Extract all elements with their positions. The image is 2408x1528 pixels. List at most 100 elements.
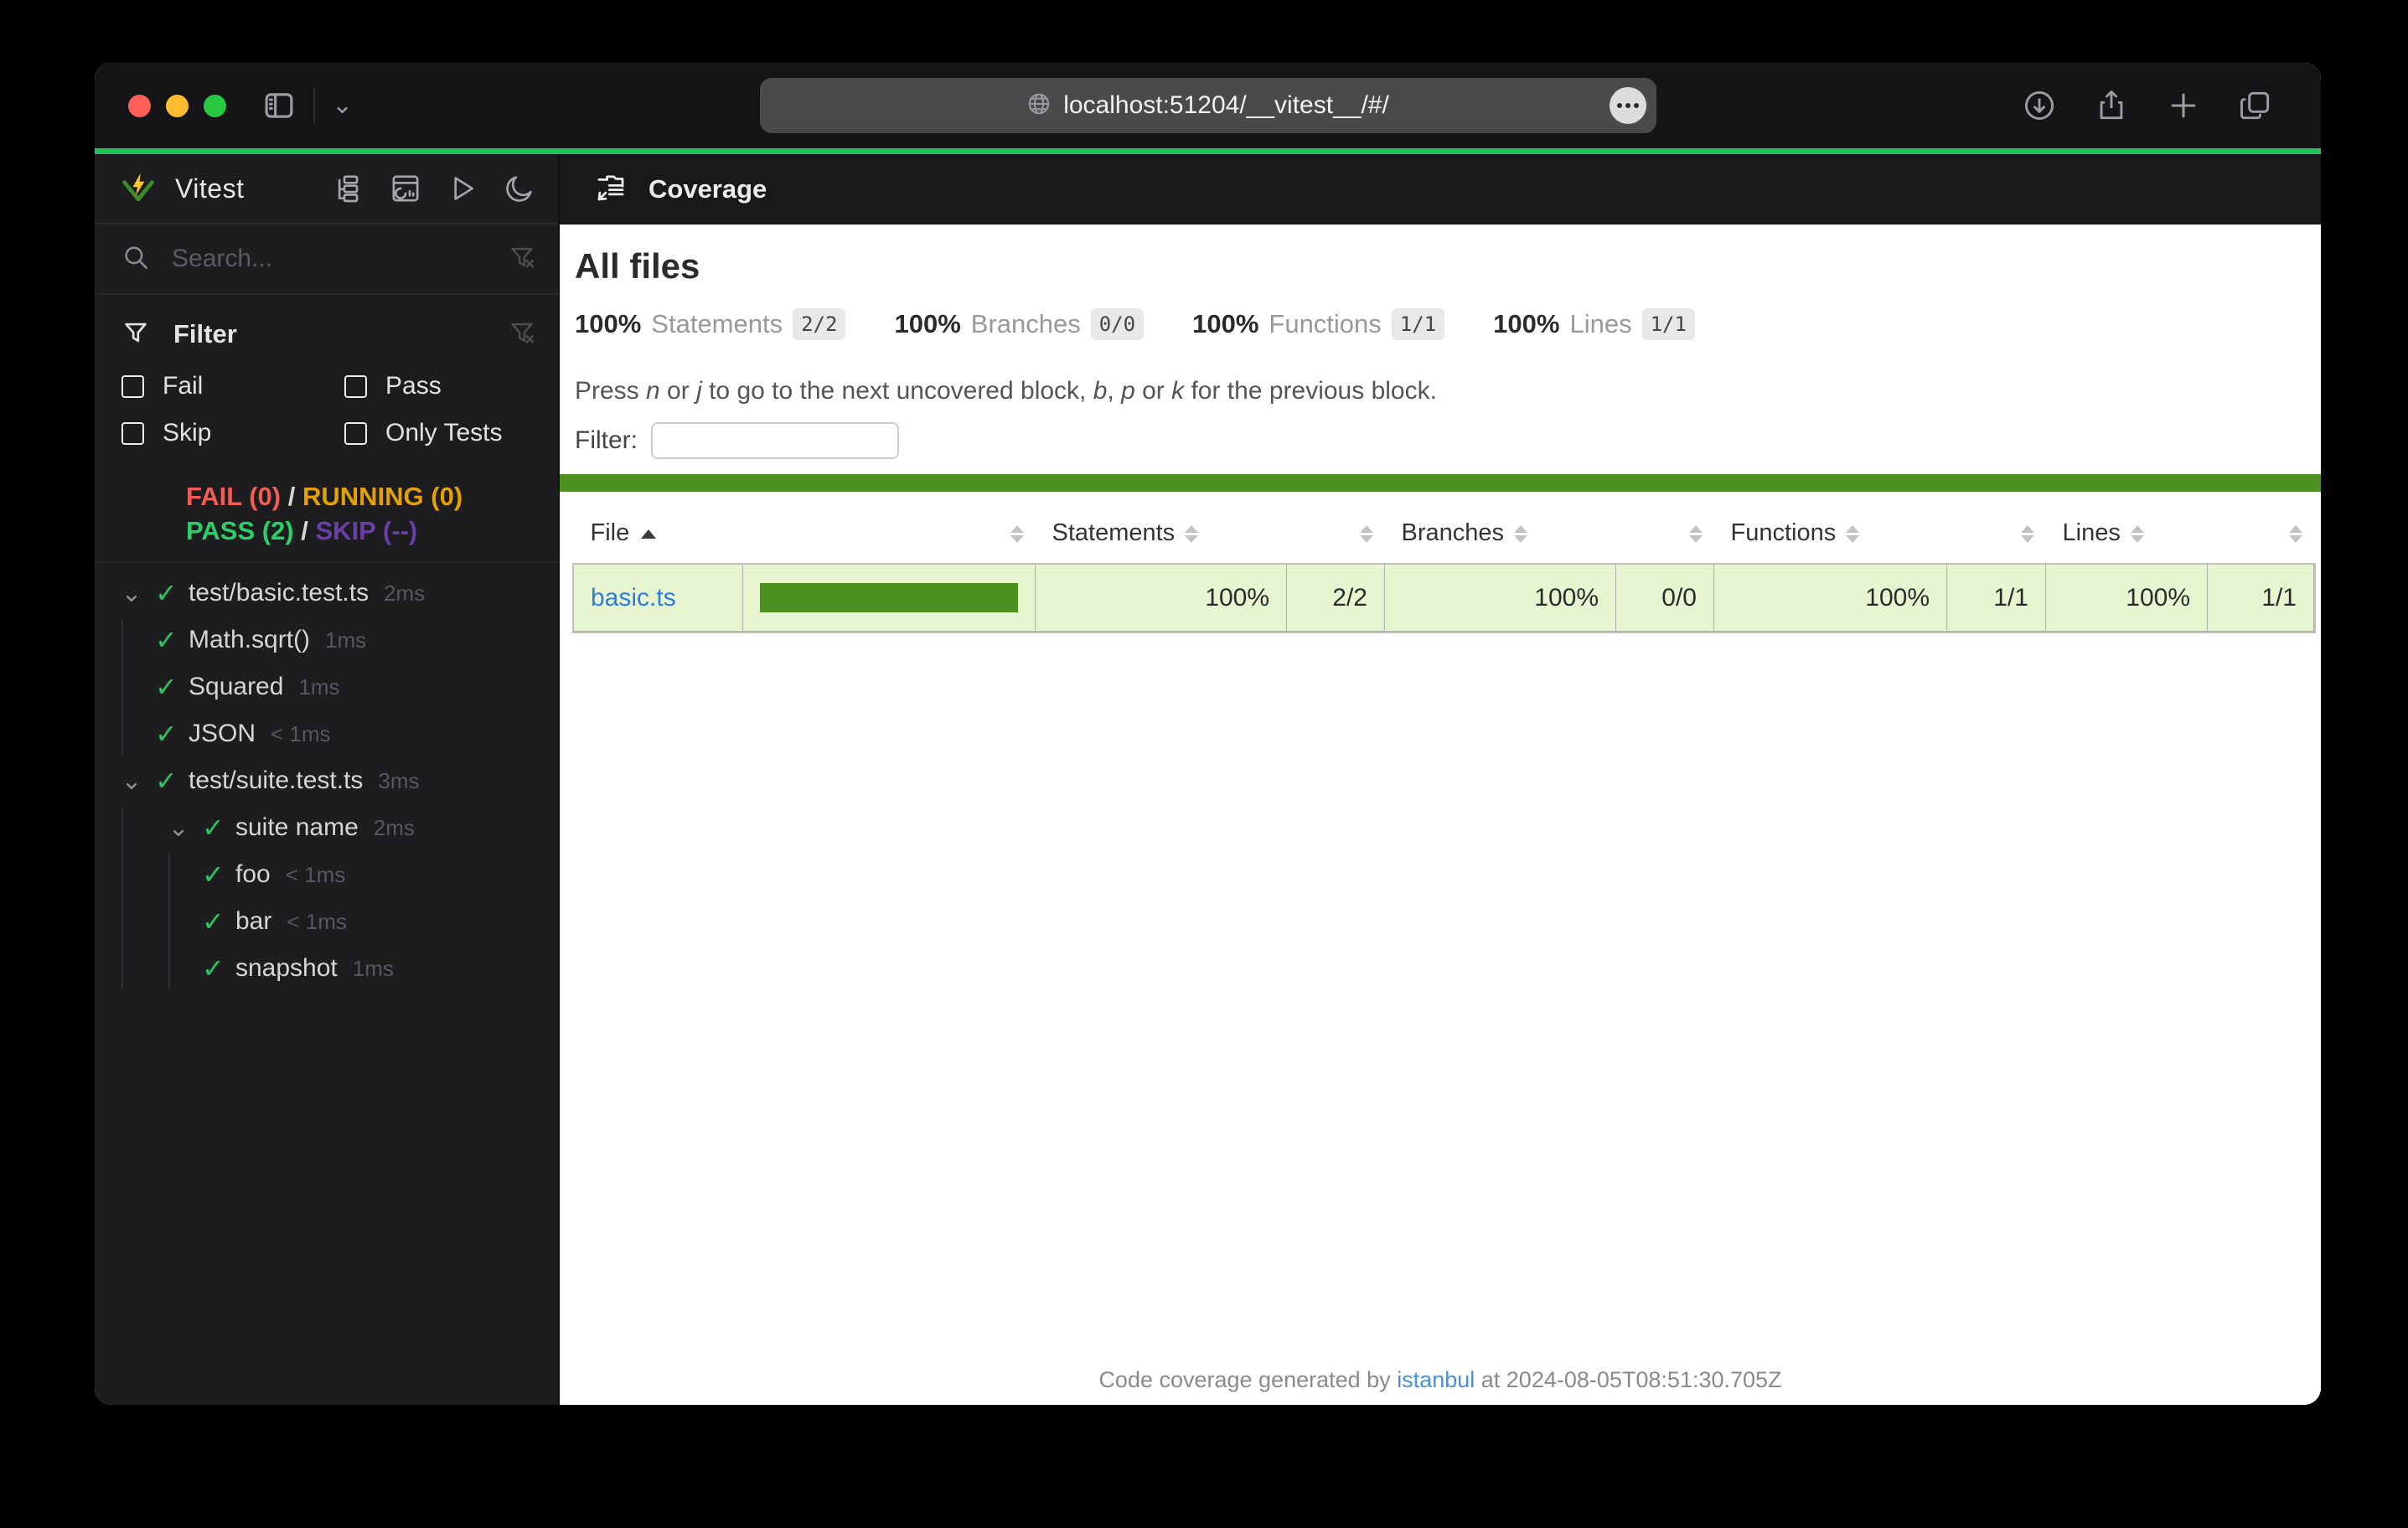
- dashboard-icon[interactable]: [389, 172, 422, 205]
- coverage-footer: Code coverage generated by istanbul at 2…: [560, 1367, 2321, 1393]
- coverage-filter-label: Filter:: [575, 426, 638, 455]
- col-sorter[interactable]: [1616, 519, 1714, 565]
- chevron-down-icon[interactable]: ⌄: [108, 579, 155, 608]
- checkbox-label: Skip: [163, 419, 211, 447]
- tree-item[interactable]: ✓foo< 1ms: [155, 851, 558, 898]
- tree-item[interactable]: ✓snapshot1ms: [155, 945, 558, 992]
- test-duration: 1ms: [298, 674, 339, 700]
- tree-item[interactable]: ⌄✓test/basic.test.ts 2ms: [108, 570, 558, 617]
- checkbox[interactable]: [121, 422, 144, 445]
- vitest-sidebar: Vitest: [95, 154, 560, 1405]
- col-sorter[interactable]: [1947, 519, 2046, 565]
- sort-icon: [1185, 525, 1198, 543]
- pass-check-icon: ✓: [155, 624, 189, 656]
- sort-icon: [1360, 525, 1373, 543]
- test-name: Squared: [189, 673, 283, 701]
- test-duration: 1ms: [353, 956, 394, 982]
- coverage-table: File Statements Branches Functions Lines…: [573, 519, 2314, 632]
- browser-titlebar: ⌄ localhost:51204/__vitest__/#/: [95, 63, 2321, 148]
- tree-view-icon[interactable]: [332, 172, 365, 205]
- test-duration: 2ms: [374, 815, 415, 841]
- test-name: Math.sqrt(): [189, 626, 310, 654]
- test-tree: ⌄✓test/basic.test.ts2ms✓Math.sqrt()1ms✓S…: [95, 563, 558, 1405]
- titlebar-divider: [313, 87, 315, 124]
- share-icon[interactable]: [2093, 87, 2130, 124]
- filter-checkbox-pass[interactable]: Pass: [344, 372, 536, 400]
- vitest-logo-icon: [120, 170, 157, 207]
- clear-filter-icon[interactable]: [508, 318, 536, 351]
- filter-checkbox-only-tests[interactable]: Only Tests: [344, 419, 536, 447]
- search-input[interactable]: [172, 245, 508, 273]
- zoom-window-button[interactable]: [204, 95, 226, 117]
- test-duration: < 1ms: [271, 721, 331, 747]
- file-link[interactable]: basic.ts: [591, 584, 676, 612]
- metric-functions: 100% Functions 1/1: [1192, 308, 1444, 340]
- sort-icon: [2131, 525, 2144, 543]
- sort-icon: [2021, 525, 2034, 543]
- address-bar[interactable]: localhost:51204/__vitest__/#/: [760, 78, 1656, 133]
- test-name: JSON: [189, 720, 256, 748]
- test-name: test/basic.test.ts: [189, 579, 369, 607]
- col-header-functions[interactable]: Functions: [1714, 519, 1947, 565]
- globe-icon: [1026, 91, 1052, 121]
- test-duration: 1ms: [325, 627, 366, 653]
- col-header-branches[interactable]: Branches: [1385, 519, 1616, 565]
- pass-check-icon: ✓: [202, 906, 235, 937]
- url-text[interactable]: localhost:51204/__vitest__/#/: [1063, 91, 1389, 120]
- clear-search-filter-icon[interactable]: [508, 243, 536, 276]
- sort-icon: [1846, 525, 1859, 543]
- chevron-down-icon[interactable]: ⌄: [108, 767, 155, 796]
- fail-count: FAIL (0): [186, 482, 281, 511]
- close-window-button[interactable]: [128, 95, 151, 117]
- tree-item[interactable]: ⌄✓suite name2ms: [155, 804, 558, 851]
- dark-mode-icon[interactable]: [503, 172, 536, 205]
- checkbox-label: Only Tests: [385, 419, 503, 447]
- coverage-bar: [760, 583, 1018, 612]
- tree-item[interactable]: ✓Squared1ms: [108, 663, 558, 710]
- sort-icon: [1010, 525, 1024, 543]
- tree-item[interactable]: ⌄✓test/suite.test.ts3ms: [108, 757, 558, 804]
- checkbox[interactable]: [121, 375, 144, 398]
- minimize-window-button[interactable]: [166, 95, 189, 117]
- tree-item[interactable]: ✓Math.sqrt() 1ms: [108, 617, 558, 663]
- filter-icon: [121, 318, 150, 351]
- sort-icon: [1514, 525, 1527, 543]
- coverage-header: Coverage: [560, 154, 2321, 225]
- downloads-icon[interactable]: [2021, 87, 2058, 124]
- coverage-title: Coverage: [649, 174, 767, 204]
- pass-count: PASS (2): [186, 516, 294, 545]
- run-all-icon[interactable]: [446, 172, 479, 205]
- col-header-lines[interactable]: Lines: [2046, 519, 2208, 565]
- lines-pct-cell: 100%: [2046, 565, 2208, 632]
- sidebar-toggle-icon[interactable]: [261, 88, 297, 123]
- istanbul-link[interactable]: istanbul: [1397, 1367, 1475, 1392]
- filter-checkbox-fail[interactable]: Fail: [121, 372, 344, 400]
- coverage-report: All files 100% Statements 2/2 100% Branc…: [560, 225, 2321, 1405]
- pass-check-icon: ✓: [155, 765, 189, 797]
- test-duration: 3ms: [378, 768, 419, 794]
- tree-item[interactable]: ✓JSON< 1ms: [108, 710, 558, 757]
- col-sorter[interactable]: [743, 519, 1036, 565]
- new-tab-icon[interactable]: [2165, 87, 2202, 124]
- col-header-file[interactable]: File: [574, 519, 743, 565]
- checkbox[interactable]: [344, 422, 367, 445]
- col-sorter[interactable]: [2208, 519, 2314, 565]
- col-sorter[interactable]: [1287, 519, 1385, 565]
- coverage-filter-input[interactable]: [651, 422, 899, 459]
- col-header-statements[interactable]: Statements: [1036, 519, 1287, 565]
- statements-pct-cell: 100%: [1036, 565, 1287, 632]
- chevron-down-icon[interactable]: ⌄: [155, 813, 202, 843]
- tab-overview-icon[interactable]: [2237, 87, 2274, 124]
- checkbox-label: Fail: [163, 372, 203, 400]
- chevron-down-icon[interactable]: ⌄: [332, 93, 353, 118]
- traffic-lights: [95, 95, 226, 117]
- pass-check-icon: ✓: [155, 577, 189, 609]
- checkbox[interactable]: [344, 375, 367, 398]
- tree-item[interactable]: ✓bar< 1ms: [155, 898, 558, 945]
- page-settings-button[interactable]: [1610, 87, 1646, 124]
- tree-guide: [121, 808, 123, 989]
- sort-icon: [2289, 525, 2302, 543]
- test-duration: < 1ms: [287, 909, 347, 935]
- test-duration: 2ms: [384, 581, 425, 607]
- filter-checkbox-skip[interactable]: Skip: [121, 419, 344, 447]
